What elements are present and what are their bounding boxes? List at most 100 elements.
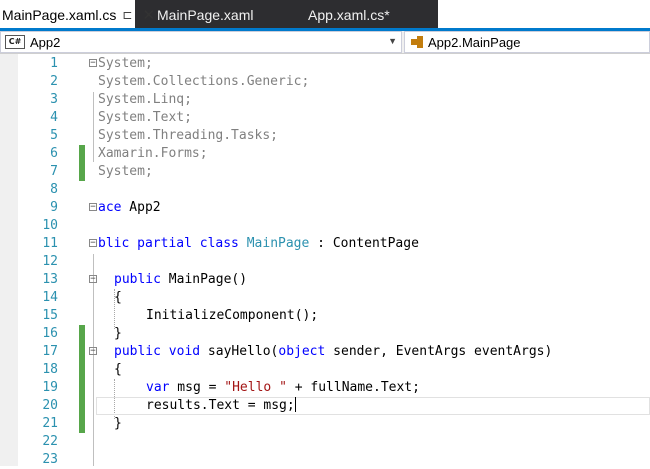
code-line[interactable]: 20 results.Text = msg; xyxy=(0,397,650,415)
code-text: blic partial class MainPage : ContentPag… xyxy=(98,235,419,253)
collapse-outline-icon[interactable]: − xyxy=(89,347,97,356)
change-marker xyxy=(79,163,85,181)
pin-icon[interactable]: ⊏ xyxy=(122,8,132,22)
tab-label: MainPage.xaml xyxy=(157,7,254,23)
code-line[interactable]: 11 − blic partial class MainPage : Content… xyxy=(0,235,650,253)
code-text: { xyxy=(114,289,122,307)
chevron-down-icon[interactable]: ▼ xyxy=(388,36,397,46)
change-marker xyxy=(79,145,85,163)
code-token: public xyxy=(114,272,169,287)
tab-label: MainPage.xaml.cs xyxy=(2,7,117,23)
change-marker xyxy=(79,343,85,361)
change-marker xyxy=(79,361,85,379)
code-token: var xyxy=(146,380,170,395)
code-line[interactable]: 3 System.Linq; xyxy=(0,91,650,109)
code-text: public MainPage() xyxy=(114,271,247,289)
change-marker xyxy=(79,397,85,415)
code-text: ace App2 xyxy=(98,199,161,217)
code-text: public void sayHello(object sender, Even… xyxy=(114,343,552,361)
code-line[interactable]: 2 System.Collections.Generic; xyxy=(0,73,650,91)
code-token: System.Text; xyxy=(98,110,192,125)
text-caret xyxy=(294,397,296,412)
code-line[interactable]: 12 xyxy=(0,253,650,271)
code-line[interactable]: 15 InitializeComponent(); xyxy=(0,307,650,325)
line-number: 17 xyxy=(42,344,58,359)
csharp-project-icon: C# xyxy=(5,35,25,49)
line-number: 22 xyxy=(42,434,58,449)
document-tab-strip: MainPage.xaml.cs ⊏ ✕ MainPage.xaml App.x… xyxy=(0,0,650,31)
code-text: } xyxy=(114,415,122,433)
line-number: 8 xyxy=(50,182,58,197)
code-token: MainPage() xyxy=(168,272,248,287)
line-number: 4 xyxy=(50,110,58,125)
code-line[interactable]: 6 Xamarin.Forms; xyxy=(0,145,650,163)
code-token: public void xyxy=(114,344,208,359)
class-icon xyxy=(411,36,423,48)
line-number: 18 xyxy=(42,362,58,377)
code-line[interactable]: 1 − System; xyxy=(0,55,650,73)
code-line[interactable]: 9 − ace App2 xyxy=(0,199,650,217)
type-dropdown-label: App2.MainPage xyxy=(428,34,521,50)
line-number: 16 xyxy=(42,326,58,341)
collapse-outline-icon[interactable]: − xyxy=(89,239,97,248)
line-number: 21 xyxy=(42,416,58,431)
code-token: System.Collections.Generic; xyxy=(98,74,310,89)
code-token: System; xyxy=(98,56,153,71)
code-editor[interactable]: 1− System; 2 System.Collections.Generic; 3 Sy… xyxy=(0,54,650,469)
code-text: var msg = "Hello " + fullName.Text; xyxy=(146,379,420,397)
code-text: System; xyxy=(98,55,153,73)
code-line[interactable]: 17 − public void sayHello(object sender, E… xyxy=(0,343,650,361)
code-line[interactable]: 18 { xyxy=(0,361,650,379)
line-number: 6 xyxy=(50,146,58,161)
code-line[interactable]: 16} xyxy=(0,325,650,343)
collapse-outline-icon[interactable]: − xyxy=(89,275,97,284)
line-number: 5 xyxy=(50,128,58,143)
code-text: InitializeComponent(); xyxy=(146,307,318,325)
code-token: System; xyxy=(98,164,153,179)
project-dropdown[interactable]: C# App2 ▼ xyxy=(0,31,402,53)
code-token: { xyxy=(114,362,122,377)
code-line[interactable]: 8 xyxy=(0,181,650,199)
change-marker xyxy=(79,325,85,343)
code-token: InitializeComponent(); xyxy=(146,308,319,323)
line-number: 15 xyxy=(42,308,58,323)
line-number: 20 xyxy=(42,398,58,413)
tab-app-xaml-cs[interactable]: App.xaml.cs* xyxy=(308,0,390,30)
tab-mainpage-xaml[interactable]: MainPage.xaml xyxy=(157,0,254,30)
collapse-outline-icon[interactable]: − xyxy=(89,59,97,68)
code-line[interactable]: 19 var msg = "Hello " + fullName.Text; xyxy=(0,379,650,397)
code-line[interactable]: 5 System.Threading.Tasks; xyxy=(0,127,650,145)
tab-mainpage-xaml-cs[interactable]: MainPage.xaml.cs ⊏ ✕ xyxy=(0,0,155,30)
code-line[interactable]: 21} xyxy=(0,415,650,433)
code-token: } xyxy=(114,416,122,431)
code-text: System.Linq; xyxy=(98,91,192,109)
line-number: 2 xyxy=(50,74,58,89)
code-line[interactable]: 7 System; xyxy=(0,163,650,181)
line-number: 13 xyxy=(42,272,58,287)
code-token: { xyxy=(114,290,122,305)
line-number: 12 xyxy=(42,254,58,269)
code-token: System.Threading.Tasks; xyxy=(98,128,279,143)
code-token: } xyxy=(114,326,122,341)
code-line[interactable]: 23 xyxy=(0,451,650,469)
code-line[interactable]: 22 xyxy=(0,433,650,451)
code-token: System.Linq; xyxy=(98,92,192,107)
line-number: 7 xyxy=(50,164,58,179)
line-number: 9 xyxy=(50,200,58,215)
code-token: blic partial class xyxy=(98,236,247,251)
code-line[interactable]: 14 { xyxy=(0,289,650,307)
collapse-outline-icon[interactable]: − xyxy=(89,203,97,212)
code-text: results.Text = msg; xyxy=(146,397,296,415)
code-token: : ContentPage xyxy=(309,236,419,251)
line-number: 11 xyxy=(42,236,58,251)
type-dropdown[interactable]: App2.MainPage xyxy=(404,31,650,53)
code-text: System.Text; xyxy=(98,109,192,127)
code-line[interactable]: 4 System.Text; xyxy=(0,109,650,127)
code-text: Xamarin.Forms; xyxy=(98,145,208,163)
code-token: sayHello( xyxy=(207,344,279,359)
code-line[interactable]: 10 xyxy=(0,217,650,235)
code-line[interactable]: 13 − public MainPage() xyxy=(0,271,650,289)
line-number: 14 xyxy=(42,290,58,305)
code-text: System.Collections.Generic; xyxy=(98,73,309,91)
close-tab-icon[interactable]: ✕ xyxy=(142,6,155,24)
